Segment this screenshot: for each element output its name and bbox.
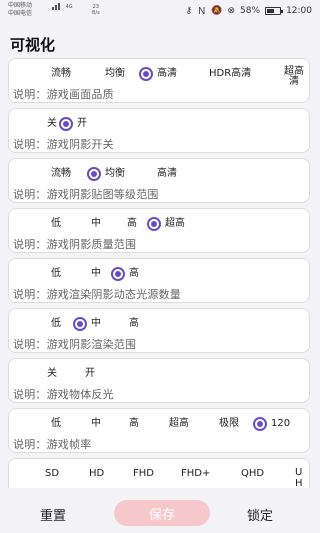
setting-option[interactable]: 均衡: [105, 67, 125, 81]
setting-description: 说明：游戏阴影渲染范围: [13, 338, 137, 351]
setting-option[interactable]: 关: [47, 117, 57, 131]
setting-options: 关开: [9, 117, 309, 133]
setting-option[interactable]: 低: [51, 267, 61, 281]
radio-selected-icon[interactable]: [111, 267, 125, 281]
signal-icon: [52, 3, 64, 10]
page-title: 可视化: [10, 36, 56, 54]
setting-option[interactable]: 超高清: [281, 67, 307, 87]
setting-option[interactable]: 关: [47, 367, 57, 381]
setting-option[interactable]: 流畅: [51, 167, 71, 181]
nfc-icon: Ｎ: [197, 7, 207, 17]
setting-option[interactable]: 高: [129, 317, 139, 331]
setting-description: 说明：游戏阴影开关: [13, 138, 114, 151]
setting-option[interactable]: 均衡: [105, 167, 125, 181]
wifi-off-icon: ⊗: [227, 5, 236, 16]
bottom-bar: 重置 保存 锁定: [0, 497, 320, 533]
setting-options: 低中高: [9, 267, 309, 283]
battery-percent: 58%: [240, 5, 261, 16]
radio-selected-icon[interactable]: [253, 417, 267, 431]
speed-unit: B/s: [92, 10, 100, 16]
setting-card: 流畅 均衡 高清 HDR高清 超高清说明：游戏画面品质: [8, 58, 310, 103]
setting-option[interactable]: HDR高清: [209, 67, 251, 81]
setting-option[interactable]: 极限: [219, 417, 239, 431]
network-type: 4G: [65, 4, 73, 10]
setting-options: 低 中 高 超高: [9, 217, 309, 233]
setting-card: 低 中 高说明：游戏渲染阴影动态光源数量: [8, 258, 310, 303]
setting-option[interactable]: 高: [127, 217, 137, 231]
setting-option[interactable]: HD: [89, 467, 104, 481]
setting-option[interactable]: 中: [91, 217, 101, 231]
setting-options: 关开: [9, 367, 309, 383]
setting-option[interactable]: 流畅: [51, 67, 71, 81]
carrier-name-1: 中国移动: [8, 2, 33, 9]
setting-card: 低 中 高 超高 极限 120 说明：游戏帧率: [8, 408, 310, 453]
setting-option[interactable]: 低: [51, 317, 61, 331]
setting-option[interactable]: FHD+: [181, 467, 210, 481]
network-indicator: 4G: [52, 3, 73, 10]
setting-options: 流畅 均衡 高清 HDR高清 超高清: [9, 67, 309, 87]
setting-option[interactable]: 开: [85, 367, 95, 381]
setting-option[interactable]: 低: [51, 417, 61, 431]
setting-description: 说明：游戏画面品质: [13, 88, 114, 101]
radio-selected-icon[interactable]: [59, 117, 73, 131]
setting-description: 说明：游戏物体反光: [13, 388, 114, 401]
mute-icon: 🔕: [211, 5, 223, 16]
setting-option[interactable]: 开: [77, 117, 87, 131]
setting-option[interactable]: 高: [129, 267, 139, 281]
setting-option[interactable]: 120: [271, 417, 290, 431]
setting-option[interactable]: FHD: [133, 467, 154, 481]
setting-card: 低 中 高 超高说明：游戏阴影质量范围: [8, 208, 310, 253]
setting-card: 关开说明：游戏物体反光: [8, 358, 310, 403]
status-bar: 中国移动 中国电信 4G 23 B/s ⚷ Ｎ 🔕 ⊗ 58% 12:00: [0, 0, 320, 22]
setting-option[interactable]: 超高: [165, 217, 185, 231]
radio-selected-icon[interactable]: [73, 317, 87, 331]
setting-option[interactable]: UH: [295, 467, 303, 488]
carrier-name-2: 中国电信: [8, 10, 33, 17]
setting-options: 低 中 高 超高 极限 120: [9, 417, 309, 433]
settings-list[interactable]: 流畅 均衡 高清 HDR高清 超高清 说明：游戏画面品质关开说明：游戏阴影开关 流畅 均衡 高清…: [8, 58, 312, 488]
setting-description: 说明：游戏阴影贴图等级范围: [13, 188, 159, 201]
save-button[interactable]: 保存: [114, 500, 210, 526]
setting-description: 说明：游戏阴影质量范围: [13, 238, 137, 251]
setting-option[interactable]: 中: [91, 267, 101, 281]
battery-icon: [265, 6, 284, 15]
setting-description: 说明：游戏渲染阴影动态光源数量: [13, 288, 181, 301]
setting-option[interactable]: 高: [129, 417, 139, 431]
setting-option[interactable]: SD: [45, 467, 59, 481]
setting-option[interactable]: QHD: [241, 467, 264, 481]
carrier-info: 中国移动 中国电信: [8, 2, 32, 18]
setting-card: 低 中 高说明：游戏阴影渲染范围: [8, 308, 310, 353]
reset-button[interactable]: 重置: [40, 505, 66, 524]
radio-selected-icon[interactable]: [139, 67, 153, 81]
key-icon: ⚷: [185, 5, 193, 16]
radio-selected-icon[interactable]: [87, 167, 101, 181]
lock-button[interactable]: 锁定: [247, 505, 273, 524]
setting-option[interactable]: 高清: [157, 67, 177, 81]
setting-card: 流畅 均衡 高清说明：游戏阴影贴图等级范围: [8, 158, 310, 203]
status-icons: ⚷ Ｎ 🔕 ⊗ 58% 12:00: [185, 4, 312, 18]
setting-description: 说明：游戏帧率: [13, 438, 92, 451]
setting-options: SD HD FHD FHD+ QHD UH: [9, 467, 309, 488]
setting-option[interactable]: 超高: [169, 417, 189, 431]
setting-card: 关开说明：游戏阴影开关: [8, 108, 310, 153]
setting-options: 流畅 均衡 高清: [9, 167, 309, 183]
setting-options: 低中高: [9, 317, 309, 333]
setting-card: SD HD FHD FHD+ QHD UH: [8, 458, 310, 488]
radio-selected-icon[interactable]: [147, 217, 161, 231]
setting-option[interactable]: 低: [51, 217, 61, 231]
setting-option[interactable]: 中: [91, 417, 101, 431]
setting-option[interactable]: 中: [91, 317, 101, 331]
clock: 12:00: [286, 5, 312, 16]
network-speed: 23 B/s: [92, 4, 100, 16]
setting-option[interactable]: 高清: [157, 167, 177, 181]
battery-fill: [267, 8, 275, 13]
